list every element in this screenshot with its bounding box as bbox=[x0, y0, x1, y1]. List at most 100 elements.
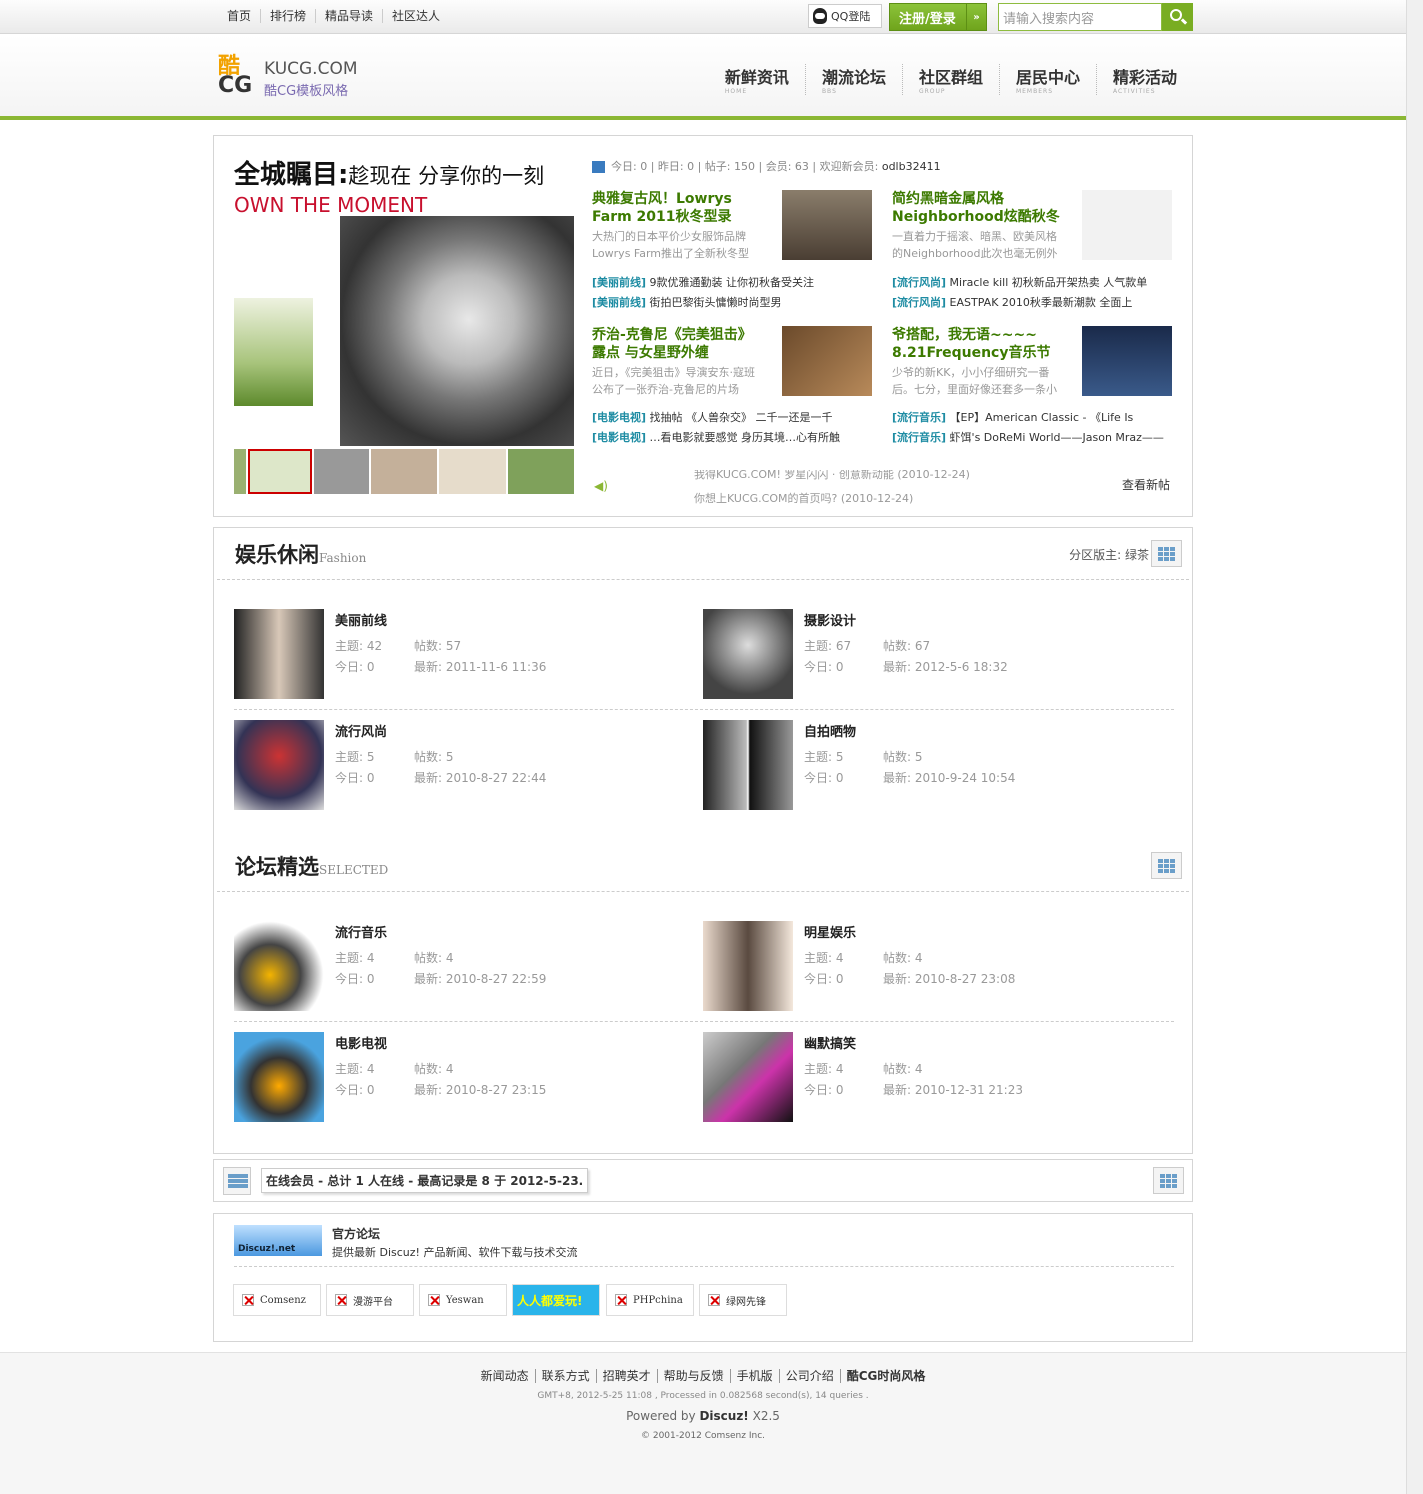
main-nav-bbs[interactable]: 潮流论坛 BBS bbox=[804, 64, 902, 95]
category-moderator: 分区版主: 绿茶 bbox=[1069, 548, 1149, 562]
search-icon bbox=[1169, 9, 1182, 21]
slide-thumb[interactable] bbox=[371, 449, 437, 494]
slide-thumb[interactable] bbox=[438, 449, 507, 494]
category-header: 论坛精选SELECTED bbox=[217, 840, 1189, 892]
main-nav-members[interactable]: 居民中心 MEMBERS bbox=[998, 64, 1096, 95]
category-title[interactable]: 论坛精选 bbox=[235, 855, 319, 879]
forum-item[interactable]: 自拍晒物 主题: 5 帖数: 5 今日: 0 最新: 2010-9-24 10:54 bbox=[703, 720, 1143, 812]
feature-item[interactable]: 简约黑暗金属风格 Neighborhood炫酷秋冬 一直着力于摇滚、暗黑、欧美风格… bbox=[892, 190, 1172, 264]
footer-link[interactable]: 招聘英才 bbox=[595, 1369, 657, 1383]
search-button[interactable] bbox=[1162, 3, 1193, 31]
news-link[interactable]: [流行音乐] 【EP】American Classic - 《Life Is bbox=[892, 409, 1174, 425]
site-footer: 新闻动态 联系方式 招聘英才 帮助与反馈 手机版 公司介绍 酷CG时尚风格 GMT+8, 2… bbox=[0, 1352, 1406, 1494]
footer-link[interactable]: 帮助与反馈 bbox=[656, 1369, 730, 1383]
forum-item[interactable]: 流行音乐 主题: 4 帖数: 4 今日: 0 最新: 2010-8-27 22:59 bbox=[234, 921, 674, 1013]
qq-penguin-icon bbox=[813, 8, 827, 24]
news-link[interactable]: [电影电视] 找抽帖 《人兽杂交》 二千一还是一千 bbox=[592, 409, 874, 425]
broken-image-icon bbox=[428, 1294, 440, 1306]
news-link[interactable]: [流行音乐] 虾饵's DoReMi World——Jason Mraz—— bbox=[892, 429, 1174, 445]
category-title[interactable]: 娱乐休闲 bbox=[235, 543, 319, 567]
slide-main-photo[interactable] bbox=[340, 216, 574, 446]
friend-link[interactable]: 人人都爱玩! bbox=[512, 1284, 600, 1316]
forum-item[interactable]: 幽默搞笑 主题: 4 帖数: 4 今日: 0 最新: 2010-12-31 21:23 bbox=[703, 1032, 1143, 1124]
footer-link[interactable]: 新闻动态 bbox=[475, 1369, 535, 1383]
copyright: © 2001-2012 Comsenz Inc. bbox=[640, 1431, 766, 1441]
announcement-item[interactable]: 我得KUCG.COM! 罗星闪闪 · 创意新动能 (2010-12-24) bbox=[694, 470, 994, 482]
grid-view-icon[interactable] bbox=[1151, 852, 1182, 879]
top-nav-rank[interactable]: 排行榜 bbox=[260, 9, 315, 23]
official-forum-link[interactable]: 官方论坛 bbox=[332, 1225, 380, 1242]
slide-thumb[interactable] bbox=[313, 449, 370, 494]
broken-image-icon bbox=[708, 1294, 720, 1306]
view-new-link[interactable]: 查看新帖 bbox=[1122, 476, 1170, 493]
main-nav-home[interactable]: 新鲜资讯 HOME bbox=[709, 64, 805, 95]
feature-item[interactable]: 典雅复古风！Lowrys Farm 2011秋冬型录 大热门的日本平价少女服饰品牌… bbox=[592, 190, 872, 264]
category-header: 娱乐休闲Fashion 分区版主: 绿茶 bbox=[217, 528, 1189, 580]
category-entertainment: 娱乐休闲Fashion 分区版主: 绿茶 美丽前线 主题: 42 帖数: 57 今日:… bbox=[213, 527, 1193, 841]
slide-thumb[interactable] bbox=[234, 449, 246, 494]
qq-login-label: QQ登陆 bbox=[831, 10, 871, 23]
friend-link[interactable]: Yeswan bbox=[419, 1284, 507, 1316]
footer-link[interactable]: 联系方式 bbox=[534, 1369, 596, 1383]
register-label: 注册/登录 bbox=[899, 11, 956, 27]
grid-view-icon[interactable] bbox=[1151, 540, 1182, 567]
forum-item[interactable]: 美丽前线 主题: 42 帖数: 57 今日: 0 最新: 2011-11-6 11:36 bbox=[234, 609, 674, 701]
slide-thumb[interactable] bbox=[508, 449, 574, 494]
portal-top-box: 全城瞩目:趁现在 分享你的一刻 OWN THE MOMENT 今日: 0 | 昨… bbox=[213, 135, 1193, 517]
slide-subheadline: OWN THE MOMENT bbox=[234, 193, 428, 217]
broken-image-icon bbox=[335, 1294, 347, 1306]
forum-item[interactable]: 明星娱乐 主题: 4 帖数: 4 今日: 0 最新: 2010-8-27 23:08 bbox=[703, 921, 1143, 1013]
new-member-link[interactable]: odlb32411 bbox=[882, 160, 941, 173]
top-nav-stars[interactable]: 社区达人 bbox=[382, 9, 449, 23]
footer-link[interactable]: 酷CG时尚风格 bbox=[839, 1369, 932, 1383]
announcement-item[interactable]: 你想上KUCG.COM的首页吗? (2010-12-24) bbox=[694, 490, 994, 504]
chevron-down-icon[interactable]: » bbox=[966, 4, 986, 30]
slide-side-photo[interactable] bbox=[234, 298, 313, 406]
footer-link[interactable]: 公司介绍 bbox=[778, 1369, 840, 1383]
logo-mark: 酷 CG bbox=[218, 54, 253, 98]
online-summary[interactable]: 在线会员 - 总计 1 人在线 - 最高记录是 8 于 2012-5-23. bbox=[261, 1168, 589, 1193]
friend-links-box: Discuz!.net 官方论坛 提供最新 Discuz! 产品新闻、软件下载与… bbox=[213, 1213, 1193, 1342]
news-link[interactable]: [流行风尚] EASTPAK 2010秋季最新潮款 全面上 bbox=[892, 294, 1174, 310]
category-title-en: Fashion bbox=[319, 551, 367, 565]
friend-link[interactable]: 漫游平台 bbox=[326, 1284, 414, 1316]
feature-item[interactable]: 爷搭配，我无语~~~~ 8.21Frequency音乐节 少爷的新KK，小小仔细研… bbox=[892, 326, 1172, 400]
forum-stats: 今日: 0 | 昨日: 0 | 帖子: 150 | 会员: 63 | 欢迎新会员… bbox=[592, 158, 941, 174]
top-nav-guide[interactable]: 精品导读 bbox=[315, 9, 382, 23]
top-nav: 首页 排行榜 精品导读 社区达人 bbox=[218, 9, 449, 23]
top-nav-home[interactable]: 首页 bbox=[218, 9, 260, 23]
main-nav: 新鲜资讯 HOME 潮流论坛 BBS 社区群组 GROUP 居民中心 MEMBERS 精… bbox=[709, 64, 1193, 95]
main-nav-group[interactable]: 社区群组 GROUP bbox=[901, 64, 999, 95]
forum-item[interactable]: 流行风尚 主题: 5 帖数: 5 今日: 0 最新: 2010-8-27 22:44 bbox=[234, 720, 674, 812]
official-forum-desc: 提供最新 Discuz! 产品新闻、软件下载与技术交流 bbox=[332, 1246, 578, 1259]
discuz-link[interactable]: Discuz! bbox=[699, 1409, 748, 1423]
register-login-button[interactable]: 注册/登录 » bbox=[889, 3, 987, 31]
qq-login-button[interactable]: QQ登陆 bbox=[808, 4, 882, 28]
feature-item[interactable]: 乔治-克鲁尼《完美狙击》露点 与女星野外缠 近日，《完美狙击》导演安东·寇班公布了… bbox=[592, 326, 872, 400]
logo-site-name: KUCG.COM bbox=[264, 59, 358, 79]
vertical-scrollbar[interactable] bbox=[1406, 0, 1423, 1494]
broken-image-icon bbox=[615, 1294, 627, 1306]
news-link[interactable]: [流行风尚] Miracle kill 初秋新品开架热卖 人气款单 bbox=[892, 274, 1174, 290]
speaker-icon: ◀) bbox=[594, 479, 608, 493]
slide-thumbnails bbox=[234, 449, 574, 494]
discuz-logo[interactable]: Discuz!.net bbox=[234, 1225, 322, 1256]
forum-item[interactable]: 摄影设计 主题: 67 帖数: 67 今日: 0 最新: 2012-5-6 18:32 bbox=[703, 609, 1143, 701]
stats-chart-icon bbox=[592, 161, 605, 173]
footer-link[interactable]: 手机版 bbox=[729, 1369, 779, 1383]
broken-image-icon bbox=[242, 1294, 254, 1306]
logo-subtitle: 酷CG模板风格 bbox=[264, 84, 349, 99]
news-link[interactable]: [电影电视] …看电影就要感觉 身历其境…心有所触 bbox=[592, 429, 874, 445]
grid-view-icon[interactable] bbox=[1153, 1167, 1184, 1194]
forum-item[interactable]: 电影电视 主题: 4 帖数: 4 今日: 0 最新: 2010-8-27 23:15 bbox=[234, 1032, 674, 1124]
friend-link[interactable]: Comsenz bbox=[233, 1284, 321, 1316]
news-link[interactable]: [美丽前线] 9款优雅通勤装 让你初秋备受关注 bbox=[592, 274, 874, 290]
main-nav-activities[interactable]: 精彩活动 ACTIVITIES bbox=[1095, 64, 1193, 95]
powered-by: Powered by Discuz! X2.5 bbox=[626, 1409, 780, 1423]
friend-link[interactable]: 绿网先锋 bbox=[699, 1284, 787, 1316]
friend-link[interactable]: PHPchina bbox=[606, 1284, 694, 1316]
news-link[interactable]: [美丽前线] 街拍巴黎街头慵懒时尚型男 bbox=[592, 294, 874, 310]
calendar-icon bbox=[223, 1167, 251, 1195]
search-input[interactable]: 请输入搜索内容 bbox=[998, 3, 1162, 31]
slide-thumb-active[interactable] bbox=[247, 449, 312, 494]
